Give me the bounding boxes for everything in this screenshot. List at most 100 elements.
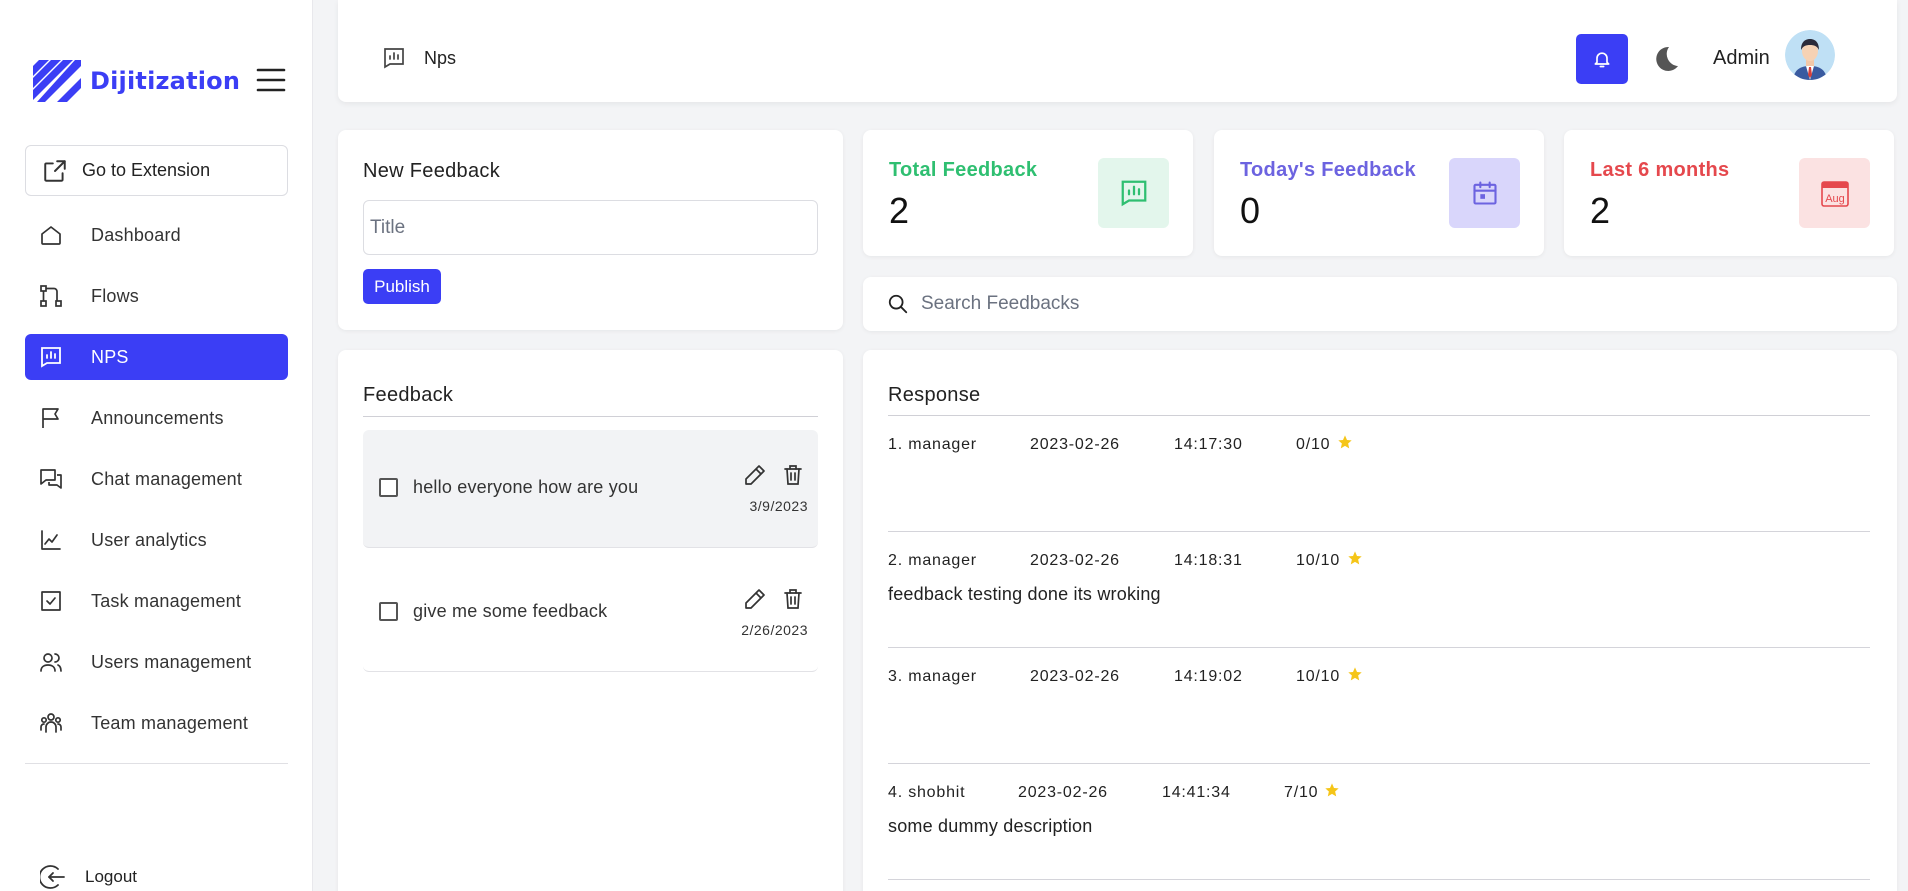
sidebar-item-chat-management[interactable]: Chat management [25, 456, 288, 502]
trash-icon[interactable] [781, 463, 805, 487]
calendar-month-text: Aug [1825, 193, 1845, 205]
notifications-button[interactable] [1576, 34, 1628, 84]
home-icon [39, 223, 63, 247]
stat-card-total-feedback: Total Feedback 2 [863, 130, 1193, 256]
response-time: 14:17:30 [1174, 436, 1243, 453]
new-feedback-card: New Feedback Publish [338, 130, 843, 330]
dark-mode-toggle[interactable] [1651, 44, 1681, 74]
sidebar: Dijitization Go to Extension Dashboard F… [0, 0, 313, 891]
users-icon [39, 650, 63, 674]
feedback-title-input[interactable] [363, 200, 818, 255]
response-description: feedback testing done its wroking [888, 584, 1161, 604]
flow-icon [39, 284, 63, 308]
response-time: 14:18:31 [1174, 552, 1243, 569]
analytics-icon [39, 528, 63, 552]
chart-icon [382, 46, 406, 70]
edit-icon[interactable] [743, 463, 767, 487]
response-title: Response [888, 384, 981, 406]
response-score: 7/10 [1284, 784, 1319, 801]
feedback-date: 2/26/2023 [741, 622, 808, 638]
feedback-date: 3/9/2023 [749, 498, 808, 514]
star-icon [1337, 434, 1353, 450]
sidebar-item-label: Flows [91, 285, 140, 306]
stat-value: 0 [1240, 190, 1261, 231]
sidebar-item-task-management[interactable]: Task management [25, 578, 288, 624]
task-icon [39, 589, 63, 613]
feedback-card: Feedback hello everyone how are you 3/9/… [338, 350, 843, 891]
sidebar-item-label: User analytics [91, 529, 207, 550]
stat-card-last-6-months: Last 6 months 2 Aug [1564, 130, 1894, 256]
brand[interactable]: Dijitization [33, 60, 240, 102]
sidebar-item-users-management[interactable]: Users management [25, 639, 288, 685]
feedback-checkbox[interactable] [379, 602, 398, 621]
feedback-text: give me some feedback [413, 601, 608, 621]
response-date: 2023-02-26 [1030, 552, 1120, 569]
brand-name: Dijitization [90, 67, 241, 95]
sidebar-item-team-management[interactable]: Team management [25, 700, 288, 746]
sidebar-nav: Dashboard Flows NPS Announcements Chat m… [25, 212, 288, 761]
response-user: 1. manager [888, 436, 977, 453]
response-user: 4. shobhit [888, 784, 966, 801]
sidebar-item-label: Announcements [91, 407, 224, 428]
sidebar-item-label: NPS [91, 346, 129, 367]
response-card: Response 1. manager 2023-02-26 14:17:30 … [863, 350, 1897, 891]
bell-icon [1592, 49, 1612, 69]
brand-logo-icon [33, 60, 81, 102]
stat-label: Last 6 months [1590, 159, 1730, 181]
response-date: 2023-02-26 [1030, 436, 1120, 453]
stat-value: 2 [1590, 190, 1611, 231]
response-time: 14:19:02 [1174, 668, 1243, 685]
page-title: Nps [424, 47, 457, 68]
stat-value: 2 [889, 190, 910, 231]
sidebar-item-user-analytics[interactable]: User analytics [25, 517, 288, 563]
trash-icon[interactable] [781, 587, 805, 611]
sidebar-item-label: Chat management [91, 468, 243, 489]
response-user: 3. manager [888, 668, 977, 685]
search-bar [863, 277, 1897, 331]
star-icon [1324, 782, 1340, 798]
logout-label: Logout [85, 867, 137, 886]
sidebar-item-label: Task management [91, 590, 242, 611]
divider [363, 416, 818, 417]
response-score: 10/10 [1296, 668, 1341, 685]
moon-icon [1651, 44, 1681, 74]
flag-icon [39, 406, 63, 430]
avatar[interactable] [1785, 30, 1835, 80]
response-date: 2023-02-26 [1030, 668, 1120, 685]
top-bar: Nps Admin [338, 0, 1897, 102]
feedback-checkbox[interactable] [379, 478, 398, 497]
feedback-text: hello everyone how are you [413, 477, 639, 497]
sidebar-item-dashboard[interactable]: Dashboard [25, 212, 288, 258]
user-name[interactable]: Admin [1713, 47, 1770, 70]
list-item[interactable]: give me some feedback 2/26/2023 [363, 554, 818, 672]
response-score: 10/10 [1296, 552, 1341, 569]
sidebar-item-label: Users management [91, 651, 252, 672]
search-icon [887, 293, 909, 315]
sidebar-item-label: Dashboard [91, 224, 181, 245]
sidebar-item-announcements[interactable]: Announcements [25, 395, 288, 441]
response-row: 2. manager 2023-02-26 14:18:31 10/10 fee… [888, 532, 1870, 648]
response-time: 14:41:34 [1162, 784, 1231, 801]
sidebar-item-flows[interactable]: Flows [25, 273, 288, 319]
calendar-icon [1449, 158, 1520, 228]
stat-label: Today's Feedback [1240, 159, 1416, 181]
calendar-aug-icon: Aug [1799, 158, 1870, 228]
response-user: 2. manager [888, 552, 977, 569]
search-input[interactable] [921, 293, 1821, 315]
response-date: 2023-02-26 [1018, 784, 1108, 801]
publish-button[interactable]: Publish [363, 269, 441, 304]
go-to-extension-button[interactable]: Go to Extension [25, 145, 288, 196]
sidebar-item-nps[interactable]: NPS [25, 334, 288, 380]
new-feedback-title: New Feedback [363, 160, 500, 182]
list-item[interactable]: hello everyone how are you 3/9/2023 [363, 430, 818, 548]
edit-icon[interactable] [743, 587, 767, 611]
chart-icon [1098, 158, 1169, 228]
logout-button[interactable]: Logout [40, 864, 137, 890]
response-description: some dummy description [888, 816, 1093, 836]
star-icon [1347, 550, 1363, 566]
menu-icon[interactable] [256, 66, 286, 94]
feedback-title: Feedback [363, 384, 454, 406]
chat-icon [39, 467, 63, 491]
team-icon [39, 711, 63, 735]
sidebar-item-label: Team management [91, 712, 249, 733]
